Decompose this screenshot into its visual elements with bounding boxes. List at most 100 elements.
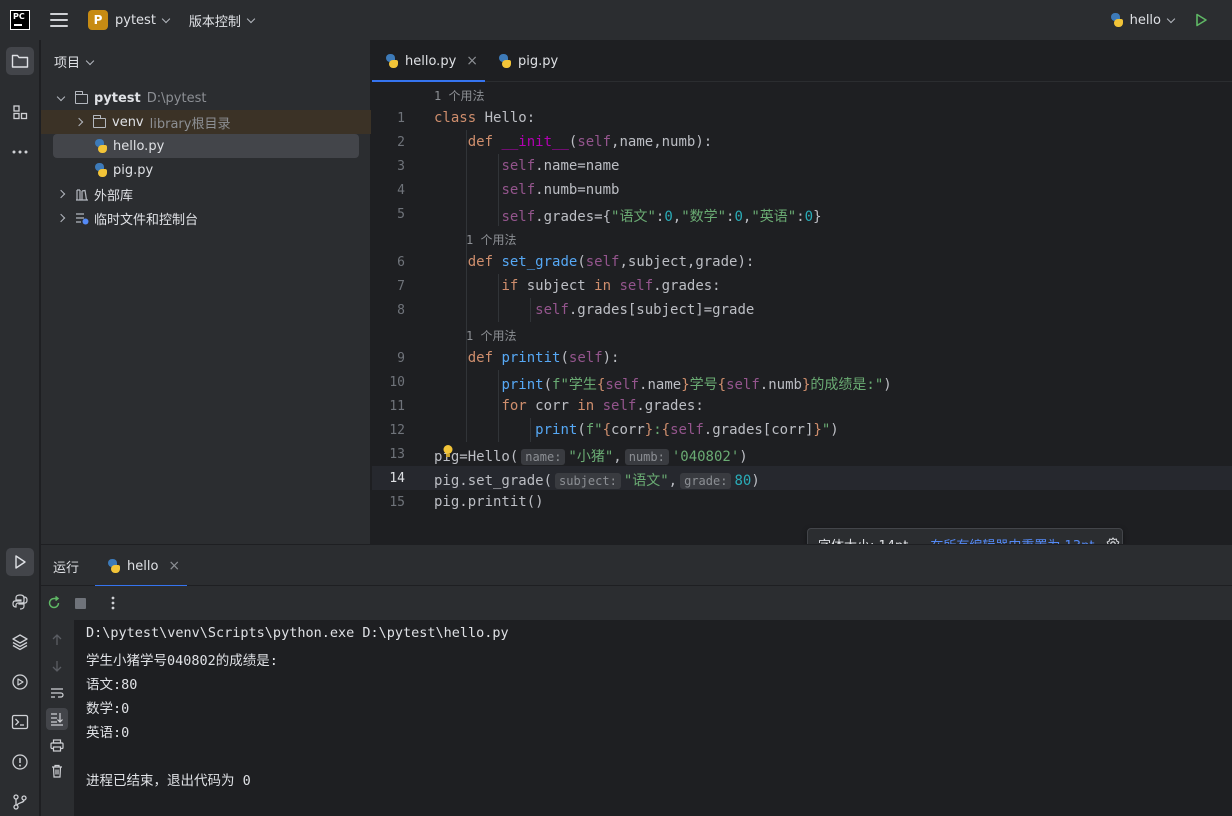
project-panel-title[interactable]: 项目: [54, 52, 95, 71]
line-number: 4: [397, 183, 405, 198]
python-file-icon: [94, 139, 108, 153]
code-line: self.name=name: [501, 158, 620, 174]
line-number: 14: [389, 471, 405, 486]
run-config-label: hello: [1129, 12, 1161, 28]
stop-icon[interactable]: [75, 598, 86, 609]
line-number: 11: [389, 399, 405, 414]
soft-wrap-icon[interactable]: [50, 687, 64, 699]
code-line: def printit(self):: [467, 350, 620, 366]
chevron-right-icon: [74, 117, 84, 127]
library-icon: [76, 188, 88, 201]
folder-icon: [93, 114, 106, 128]
terminal-button[interactable]: [6, 708, 34, 736]
line-number: 13: [389, 447, 405, 462]
param-hint-name: name:: [521, 449, 566, 465]
run-tool-button[interactable]: [6, 548, 34, 576]
trash-icon[interactable]: [51, 764, 63, 778]
run-panel-title: 运行: [53, 561, 80, 576]
tree-item-external-libraries[interactable]: 外部库: [41, 182, 371, 206]
rerun-icon[interactable]: [47, 596, 61, 610]
structure-tool-button[interactable]: [6, 98, 34, 126]
project-name-dropdown[interactable]: pytest: [115, 13, 156, 28]
python-packages-button[interactable]: [6, 628, 34, 656]
python-file-icon: [385, 54, 399, 68]
run-icon: [15, 555, 26, 569]
python-file-icon: [94, 163, 108, 177]
usage-hint[interactable]: 1 个用法: [434, 87, 484, 104]
line-number: 2: [397, 135, 405, 150]
scroll-to-end-button[interactable]: [46, 708, 68, 730]
code-line: pig.printit(): [434, 494, 544, 510]
python-console-button[interactable]: [6, 588, 34, 616]
venv-folder-name: venv: [112, 114, 144, 130]
console-line: D:\pytest\venv\Scripts\python.exe D:\pyt…: [86, 625, 509, 641]
console-line: 学生小猪学号040802的成绩是:: [86, 653, 278, 669]
line-number: 15: [389, 495, 405, 510]
file-name: pig.py: [113, 162, 154, 178]
root-folder-name: pytest: [94, 90, 141, 106]
project-tool-button[interactable]: [6, 47, 34, 75]
code-line: for corr in self.grades:: [501, 398, 704, 414]
run-tab-hello[interactable]: hello ×: [95, 545, 187, 587]
main-menu-icon[interactable]: [50, 13, 68, 27]
python-icon: [1110, 13, 1124, 27]
tree-item-hello-py[interactable]: hello.py: [53, 134, 359, 158]
editor-tab-bar: hello.py × pig.py: [372, 40, 1232, 82]
run-config-dropdown[interactable]: hello: [1110, 12, 1176, 28]
run-panel-header: 运行 hello ×: [41, 544, 1232, 587]
usage-hint[interactable]: 1 个用法: [466, 327, 516, 344]
code-line: self.grades[subject]=grade: [535, 302, 755, 318]
warning-circle-icon: [12, 754, 28, 770]
python-icon: [107, 559, 121, 573]
console-line: 进程已结束，退出代码为 0: [86, 773, 251, 789]
run-side-toolbar: [41, 620, 74, 816]
structure-icon: [13, 105, 28, 120]
line-number: 1: [397, 111, 405, 126]
code-line: if subject in self.grades:: [501, 278, 721, 294]
console-line: 数学:0: [86, 701, 130, 717]
more-vertical-icon[interactable]: [111, 596, 115, 610]
vcs-dropdown[interactable]: 版本控制: [189, 11, 241, 30]
arrow-down-icon[interactable]: [51, 660, 63, 672]
services-button[interactable]: [6, 668, 34, 696]
arrow-up-icon[interactable]: [51, 634, 63, 646]
file-name: hello.py: [113, 138, 165, 154]
code-line: print(f"{corr}:{self.grades[corr]}"): [535, 422, 839, 438]
usage-hint[interactable]: 1 个用法: [466, 231, 516, 248]
tree-item-venv[interactable]: venv library根目录: [41, 110, 371, 134]
tab-hello-py[interactable]: hello.py ×: [372, 40, 485, 82]
tree-item-pig-py[interactable]: pig.py: [41, 158, 371, 182]
run-button[interactable]: [1194, 13, 1208, 27]
tab-pig-py[interactable]: pig.py: [496, 40, 558, 82]
title-bar: PC P pytest 版本控制 hello: [0, 0, 1232, 40]
pycharm-logo[interactable]: PC: [10, 10, 30, 30]
line-number: 9: [397, 351, 405, 366]
tree-item-root[interactable]: pytest D:\pytest: [41, 86, 371, 110]
lightbulb-icon[interactable]: [442, 444, 454, 458]
run-console[interactable]: D:\pytest\venv\Scripts\python.exe D:\pyt…: [74, 620, 1232, 816]
line-number: 10: [389, 375, 405, 390]
tab-label: pig.py: [518, 53, 559, 69]
tree-item-scratches[interactable]: 临时文件和控制台: [41, 206, 371, 230]
chevron-down-icon: [246, 14, 256, 23]
project-panel: 项目 pytest D:\pytest venv library根目录 hell…: [41, 40, 371, 544]
more-tools-button[interactable]: [6, 138, 34, 166]
chevron-right-icon: [56, 213, 66, 223]
console-line: 英语:0: [86, 725, 130, 741]
chevron-down-icon: [161, 14, 171, 23]
close-icon[interactable]: ×: [168, 558, 180, 574]
close-icon[interactable]: ×: [466, 53, 478, 69]
folder-icon: [11, 54, 29, 68]
run-tab-label: hello: [127, 558, 159, 574]
external-libraries-label: 外部库: [94, 188, 134, 204]
folder-icon: [75, 90, 88, 104]
scroll-to-end-icon: [51, 713, 63, 726]
version-control-button[interactable]: [6, 788, 34, 816]
code-line: def __init__(self,name,numb):: [467, 134, 713, 150]
param-hint-grade: grade:: [680, 473, 732, 489]
code-editor[interactable]: 1 个用法 1 个用法 1 个用法 1 2 3 4 5 6 7 8 9 10 1…: [372, 82, 1232, 544]
problems-button[interactable]: [6, 748, 34, 776]
project-badge[interactable]: P: [88, 10, 108, 30]
code-line: class Hello:: [434, 110, 536, 126]
print-icon[interactable]: [50, 739, 64, 752]
